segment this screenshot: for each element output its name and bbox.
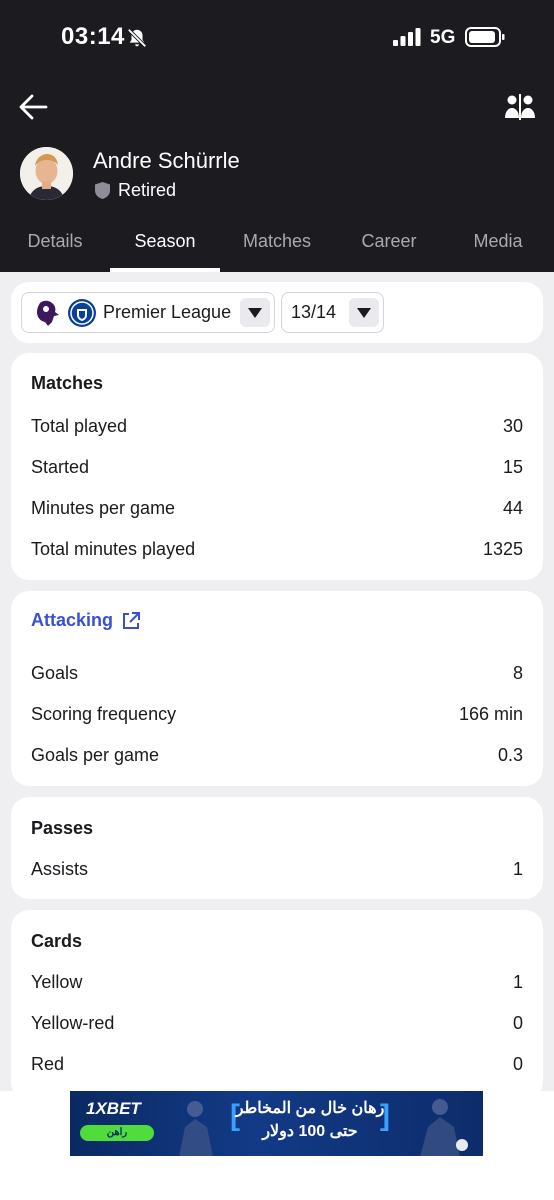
stat-value: 44	[502, 497, 523, 518]
stat-row: Total played 30	[31, 414, 523, 438]
season-filter-card: Premier League 13/14	[11, 282, 543, 343]
stat-label: Total played	[31, 415, 128, 436]
player-name: Andre Schürrle	[93, 148, 240, 173]
stat-label: Goals per game	[31, 744, 160, 765]
passes-stats-card: Passes Assists 1	[11, 797, 543, 899]
stat-row: Assists 1	[31, 857, 523, 881]
premier-league-logo-icon	[37, 300, 59, 326]
tab-season[interactable]: Season	[110, 220, 220, 272]
status-bar: 03:14 5G	[0, 0, 554, 76]
stat-row: Goals per game 0.3	[31, 743, 523, 767]
stat-value: 0	[512, 1053, 523, 1074]
stat-label: Goals	[31, 662, 79, 683]
stat-label: Minutes per game	[31, 497, 176, 518]
signal-icon	[393, 28, 421, 46]
player-status-label: Retired	[118, 180, 177, 200]
stat-row: Yellow-red 0	[31, 1011, 523, 1035]
bell-muted-icon	[127, 28, 147, 48]
season-select-value: 13/14	[291, 302, 337, 322]
stat-value: 166 min	[458, 703, 523, 724]
season-dropdown-caret[interactable]	[349, 298, 379, 327]
stat-label: Assists	[31, 858, 89, 879]
cards-stats-card: Cards Yellow 1 Yellow-red 0 Red 0	[11, 910, 543, 1100]
ad-player-graphic-right	[420, 1099, 468, 1156]
attacking-stats-card: Attacking Goals 8 Scoring frequency 166 …	[11, 591, 543, 786]
ad-promo-line-1: رهان خال من المخاطر	[235, 1100, 385, 1117]
stat-label: Scoring frequency	[31, 703, 177, 724]
ad-brand: 1XBET	[86, 1099, 141, 1118]
stat-row: Yellow 1	[31, 970, 523, 994]
triangle-down-icon	[248, 307, 262, 318]
back-arrow-icon[interactable]	[18, 93, 48, 121]
chelsea-crest-icon	[68, 299, 96, 327]
matches-stats-card: Matches Total played 30 Started 15 Minut…	[11, 353, 543, 580]
stat-value: 0.3	[497, 744, 523, 765]
shield-icon	[95, 182, 110, 199]
player-avatar	[20, 147, 73, 200]
player-header: 03:14 5G Andre Schürrle Retired Details …	[0, 0, 554, 272]
triangle-down-icon	[357, 307, 371, 318]
status-time: 03:14	[61, 23, 125, 50]
tab-matches[interactable]: Matches	[222, 220, 332, 272]
stat-value: 1	[512, 858, 523, 879]
ad-promo-line-2: حتى 100 دولار	[262, 1123, 358, 1140]
ad-player-graphic-left	[179, 1101, 213, 1156]
stat-row: Red 0	[31, 1052, 523, 1076]
section-title-cards: Cards	[31, 931, 83, 951]
stat-row: Scoring frequency 166 min	[31, 702, 523, 726]
stat-value: 30	[502, 415, 523, 436]
stat-label: Started	[31, 456, 90, 477]
external-link-icon	[123, 611, 141, 629]
stat-row: Started 15	[31, 455, 523, 479]
tab-bar: Details Season Matches Career Media	[0, 220, 554, 272]
ad-banner[interactable]: 1XBET راهن [ ] رهان خال من المخاطر حتى 1…	[70, 1091, 483, 1156]
stat-label: Total minutes played	[31, 538, 196, 559]
stat-row: Goals 8	[31, 661, 523, 685]
stat-value: 1325	[482, 538, 523, 559]
stat-row: Minutes per game 44	[31, 496, 523, 520]
section-title-attacking: Attacking	[31, 610, 114, 630]
league-select[interactable]: Premier League	[21, 292, 275, 333]
tab-media[interactable]: Media	[443, 220, 553, 272]
stat-label: Yellow	[31, 971, 83, 992]
player-status: Retired	[95, 180, 176, 201]
network-type: 5G	[430, 27, 456, 48]
compare-players-icon[interactable]	[504, 94, 536, 120]
stat-value: 15	[502, 456, 523, 477]
season-select[interactable]: 13/14	[281, 292, 384, 333]
ad-cta-button[interactable]: راهن	[80, 1125, 154, 1141]
league-dropdown-caret[interactable]	[240, 298, 270, 327]
league-select-value: Premier League	[103, 302, 232, 322]
stat-value: 0	[512, 1012, 523, 1033]
battery-icon	[465, 27, 505, 47]
stat-label: Red	[31, 1053, 65, 1074]
stat-row: Total minutes played 1325	[31, 537, 523, 561]
stat-value: 8	[512, 662, 523, 683]
attacking-link[interactable]: Attacking	[31, 610, 141, 631]
tab-details[interactable]: Details	[0, 220, 110, 272]
tab-career[interactable]: Career	[334, 220, 444, 272]
section-title-passes: Passes	[31, 818, 94, 838]
stat-label: Yellow-red	[31, 1012, 115, 1033]
stat-value: 1	[512, 971, 523, 992]
section-title-matches: Matches	[31, 373, 104, 393]
